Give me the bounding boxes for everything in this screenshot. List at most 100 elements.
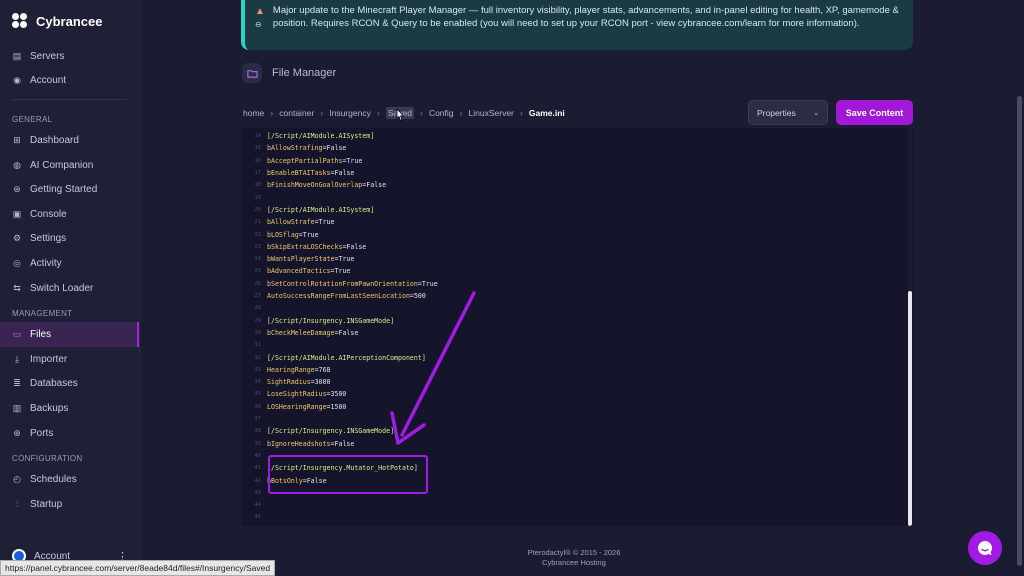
sidebar-item-settings[interactable]: ⚙ Settings bbox=[0, 227, 139, 252]
sidebar-item-label: Activity bbox=[30, 257, 62, 269]
sidebar-item-activity[interactable]: ◎ Activity bbox=[0, 251, 139, 276]
clock-icon: ◴ bbox=[13, 474, 21, 485]
folder-icon bbox=[242, 63, 262, 83]
code-text: [/Script/Insurgency.INSGameMode] bbox=[267, 427, 395, 436]
terminal-icon: ▣ bbox=[12, 208, 22, 219]
sidebar-item-console[interactable]: ▣ Console bbox=[0, 202, 139, 227]
config-value: =False bbox=[362, 181, 387, 190]
breadcrumb-item[interactable]: container bbox=[279, 108, 314, 118]
code-text: [/Script/AIModule.AISystem] bbox=[267, 205, 375, 214]
line-number: 38 bbox=[254, 428, 261, 435]
chat-button[interactable] bbox=[968, 531, 1002, 565]
sidebar-item-label: Dashboard bbox=[30, 134, 79, 146]
sidebar-item-ai-companion[interactable]: ◍ AI Companion bbox=[0, 153, 139, 178]
dashboard-icon: ⊞ bbox=[13, 134, 21, 145]
save-content-button[interactable]: Save Content bbox=[836, 100, 913, 125]
line-number: 17 bbox=[254, 170, 261, 177]
sidebar-item-label: Switch Loader bbox=[30, 282, 94, 294]
sidebar-item-label: Ports bbox=[30, 427, 54, 439]
sidebar-item-dashboard[interactable]: ⊞ Dashboard bbox=[0, 128, 139, 153]
code-text: bSkipExtraLOSChecks=False bbox=[267, 243, 366, 251]
sidebar-item-label: Databases bbox=[30, 378, 78, 390]
code-text: bAllowStrafing=False bbox=[267, 144, 346, 152]
breadcrumb-item[interactable]: Config bbox=[429, 108, 454, 118]
code-line: 23 bSkipExtraLOSChecks=False bbox=[241, 241, 905, 253]
page-scrollbar[interactable] bbox=[1016, 0, 1024, 576]
line-number: 19 bbox=[254, 194, 261, 201]
sidebar-item-servers[interactable]: ▤ Servers bbox=[0, 44, 139, 69]
sidebar-item-label: Settings bbox=[30, 233, 67, 245]
chevron-right-icon: › bbox=[320, 108, 324, 118]
sidebar-item-backups[interactable]: ▥ Backups bbox=[0, 396, 139, 421]
config-key: bFinishMoveOnGoalOverlap bbox=[267, 181, 363, 190]
code-line: 35 LoseSightRadius=3500 bbox=[241, 388, 905, 400]
breadcrumb-item[interactable]: Insurgency bbox=[329, 108, 371, 118]
gear-icon: ⚙ bbox=[12, 233, 22, 244]
code-line: 28 bbox=[241, 302, 905, 314]
line-number: 14 bbox=[254, 133, 261, 140]
announcement-banner: ▲ ⊖ Major update to the Minecraft Player … bbox=[241, 0, 913, 50]
config-value: =False bbox=[334, 328, 359, 337]
brand[interactable]: Cybrancee bbox=[0, 0, 139, 42]
browser-status-url: https://panel.cybrancee.com/server/8eade… bbox=[0, 560, 276, 576]
brand-name: Cybrancee bbox=[36, 13, 103, 29]
sidebar-item-importer[interactable]: ⤓ Importer bbox=[0, 347, 139, 372]
footer: Pterodactyl® © 2015 - 2026 Cybrancee Hos… bbox=[474, 548, 674, 568]
code-line: 25 bAdvancedTactics=True bbox=[241, 265, 905, 277]
code-line: 31 bbox=[241, 339, 905, 351]
chevron-right-icon: › bbox=[419, 108, 423, 118]
code-line: 21 bAllowStrafe=True bbox=[241, 216, 905, 228]
code-line: 29 [/Script/Insurgency.INSGameMode] bbox=[241, 315, 905, 327]
sidebar: Cybrancee ▤ Servers ◉ Account GENERAL ⊞ Dash… bbox=[0, 0, 140, 576]
properties-dropdown[interactable]: Properties ⌄ bbox=[748, 100, 828, 125]
code-text: [/Script/Insurgency.INSGameMode] bbox=[267, 316, 395, 325]
line-number: 26 bbox=[254, 280, 261, 287]
sidebar-item-startup[interactable]: ⫶ Startup bbox=[0, 492, 139, 517]
download-icon: ⤓ bbox=[15, 353, 19, 364]
properties-label: Properties bbox=[757, 107, 796, 118]
sidebar-item-label: Files bbox=[30, 329, 52, 341]
sidebar-item-account[interactable]: ◉ Account bbox=[0, 69, 139, 94]
line-number: 42 bbox=[254, 477, 261, 484]
footer-copyright: Pterodactyl® © 2015 - 2026 bbox=[527, 548, 621, 557]
editor-scrollbar-thumb[interactable] bbox=[908, 291, 912, 526]
sidebar-item-files[interactable]: ▭ Files bbox=[0, 322, 139, 347]
mouse-pointer-icon bbox=[396, 108, 404, 121]
config-value: =3500 bbox=[326, 390, 347, 399]
config-key: bAllowStrafing bbox=[267, 144, 323, 153]
line-number: 34 bbox=[254, 379, 261, 386]
chat-bubble-icon bbox=[977, 541, 992, 555]
section-label-general: GENERAL bbox=[12, 115, 53, 125]
breadcrumb-item[interactable]: home bbox=[243, 108, 264, 118]
sidebar-item-ports[interactable]: ⊕ Ports bbox=[0, 421, 139, 446]
code-line: 22 bLOSflag=True bbox=[241, 228, 905, 240]
chevron-right-icon: › bbox=[376, 108, 380, 118]
line-number: 23 bbox=[254, 243, 261, 250]
config-value: =True bbox=[298, 230, 319, 239]
code-line: 26 bSetControlRotationFromPawnOrientation… bbox=[241, 278, 905, 290]
archive-icon: ▥ bbox=[12, 402, 22, 413]
config-value: =True bbox=[314, 218, 335, 227]
sidebar-item-schedules[interactable]: ◴ Schedules bbox=[0, 467, 139, 492]
config-key: bWantsPlayerState bbox=[267, 255, 335, 264]
breadcrumb-item[interactable]: LinuxServer bbox=[469, 108, 514, 118]
code-text: bAcceptPartialPaths=True bbox=[267, 157, 362, 165]
section-label-configuration: CONFIGURATION bbox=[12, 454, 83, 464]
line-number: 41 bbox=[254, 465, 261, 472]
sidebar-item-getting-started[interactable]: ⊛ Getting Started bbox=[0, 177, 139, 202]
code-line: 17 bEnableBTAITasks=False bbox=[241, 167, 905, 179]
annotation-highlight-box bbox=[268, 455, 428, 494]
config-key: bAdvancedTactics bbox=[267, 267, 331, 276]
page-scrollbar-thumb[interactable] bbox=[1017, 96, 1022, 566]
sidebar-item-databases[interactable]: ≣ Databases bbox=[0, 372, 139, 397]
code-line: 36 LOSHearingRange=1500 bbox=[241, 401, 905, 413]
code-line: 14 [/Script/AIModule.AISystem] bbox=[241, 130, 905, 142]
code-line: 20 [/Script/AIModule.AISystem] bbox=[241, 204, 905, 216]
line-number: 32 bbox=[254, 354, 261, 361]
chevron-right-icon: › bbox=[519, 108, 523, 118]
config-key: LOSHearingRange bbox=[267, 402, 327, 411]
sidebar-item-switch-loader[interactable]: ⇆ Switch Loader bbox=[0, 276, 139, 301]
line-number: 39 bbox=[254, 440, 261, 447]
code-line: 15 bAllowStrafing=False bbox=[241, 142, 905, 154]
code-line: 38 [/Script/Insurgency.INSGameMode] bbox=[241, 425, 905, 437]
